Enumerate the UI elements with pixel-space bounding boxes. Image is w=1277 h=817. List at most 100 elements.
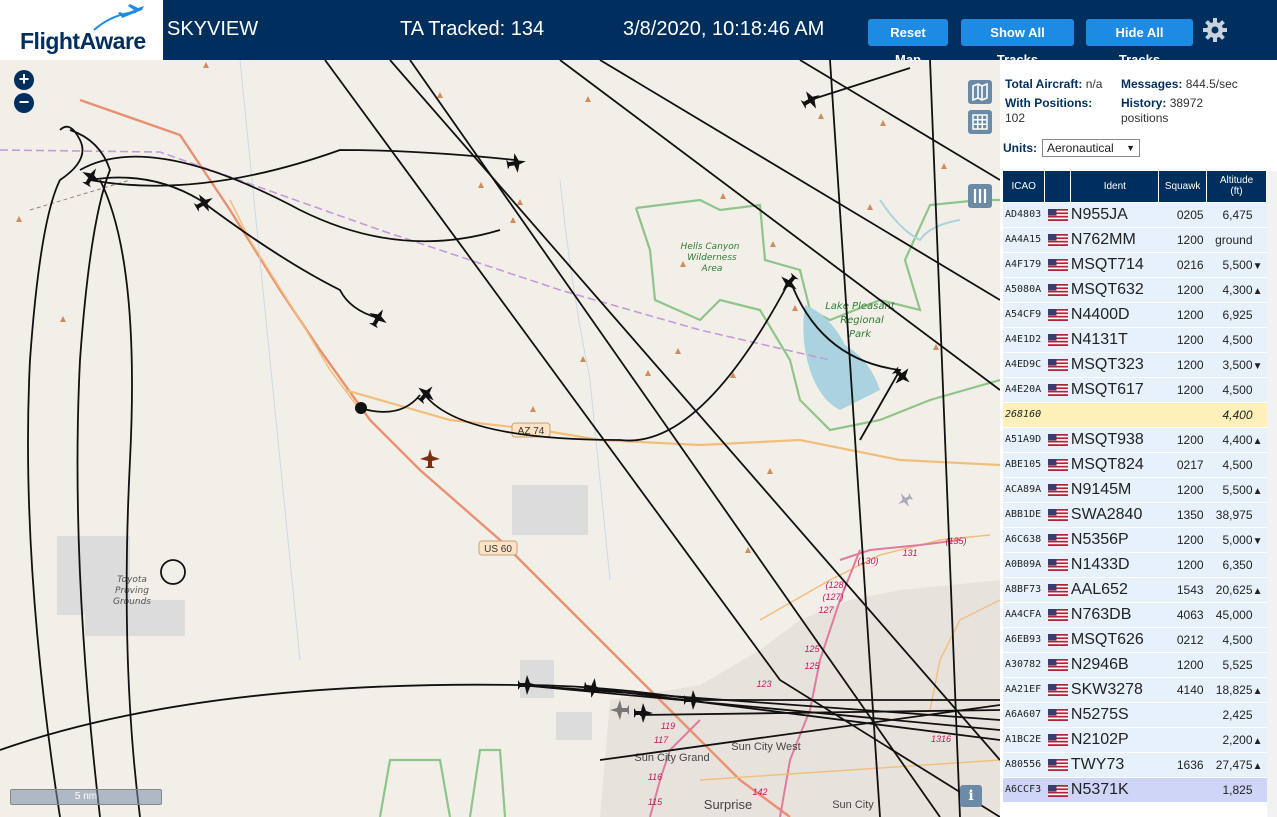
- altitude-value: 5,525: [1222, 657, 1253, 672]
- columns-toggle-button[interactable]: [968, 184, 992, 208]
- map-label: 115: [648, 797, 663, 807]
- altitude-cell: 38,975: [1206, 501, 1267, 527]
- table-row[interactable]: A6CCF3 N5371K 1,825: [1003, 776, 1267, 802]
- map-label: 131: [902, 548, 917, 558]
- altitude-value: 4,500: [1222, 632, 1253, 647]
- icao-cell: ABE105: [1003, 451, 1045, 477]
- table-row[interactable]: A1BC2E N2102P 2,200▲: [1003, 726, 1267, 752]
- ident-cell: SWA2840: [1070, 501, 1159, 527]
- table-row[interactable]: ACA89A N9145M 1200 5,500▲: [1003, 476, 1267, 502]
- zoom-out-button[interactable]: −: [14, 93, 34, 113]
- altitude-trend: ▲: [1252, 585, 1263, 597]
- table-row[interactable]: A5080A MSQT632 1200 4,300▲: [1003, 276, 1267, 302]
- flag-cell: [1044, 351, 1071, 377]
- squawk-cell: 1200: [1158, 426, 1207, 452]
- units-selected-value: Aeronautical: [1047, 141, 1114, 155]
- aircraft-icon: [416, 386, 434, 405]
- altitude-cell: 18,825▲: [1206, 676, 1267, 702]
- table-row[interactable]: A54CF9 N4400D 1200 6,925: [1003, 301, 1267, 327]
- table-row[interactable]: AA4A15 N762MM 1200 ground: [1003, 226, 1267, 252]
- hide-all-tracks-button[interactable]: Hide All Tracks: [1086, 19, 1193, 67]
- table-row[interactable]: A4F179 MSQT714 0216 5,500▼: [1003, 251, 1267, 277]
- table-row[interactable]: A30782 N2946B 1200 5,525: [1003, 651, 1267, 677]
- map-label: Park: [849, 329, 872, 340]
- info-button[interactable]: i: [960, 785, 982, 807]
- table-row[interactable]: A4ED9C MSQT323 1200 3,500▼: [1003, 351, 1267, 377]
- logo-text: FlightAware: [20, 28, 146, 54]
- table-row[interactable]: ABB1DE SWA2840 1350 38,975: [1003, 501, 1267, 527]
- table-row[interactable]: AA21EF SKW3278 4140 18,825▲: [1003, 676, 1267, 702]
- ident-cell: TWY73: [1070, 751, 1159, 777]
- us-flag-icon: [1047, 584, 1068, 597]
- column-header-ident[interactable]: Ident: [1070, 171, 1160, 202]
- reset-map-button[interactable]: Reset Map: [868, 19, 948, 67]
- map-layers-button[interactable]: [968, 80, 992, 104]
- columns-icon: [973, 189, 987, 203]
- altitude-value: 38,975: [1215, 507, 1253, 522]
- icao-cell: A5080A: [1003, 276, 1045, 302]
- ident-cell: N5275S: [1070, 701, 1159, 727]
- table-row[interactable]: A6EB93 MSQT626 0212 4,500: [1003, 626, 1267, 652]
- us-flag-icon: [1047, 284, 1068, 297]
- ident-cell: [1070, 401, 1159, 427]
- squawk-cell: 0217: [1158, 451, 1207, 477]
- altitude-value: 4,400: [1222, 432, 1253, 447]
- map-canvas[interactable]: AZ 74 US 60 Hells Canyon Wilderness Area…: [0, 60, 1000, 817]
- altitude-header-unit: (ft): [1230, 186, 1243, 198]
- flag-cell: [1044, 501, 1071, 527]
- ident-cell: N2946B: [1070, 651, 1159, 677]
- table-row[interactable]: A4E20A MSQT617 1200 4,500: [1003, 376, 1267, 402]
- altitude-cell: 5,000▼: [1206, 526, 1267, 552]
- map-label: (127): [822, 592, 843, 602]
- show-all-tracks-button[interactable]: Show All Tracks: [961, 19, 1074, 67]
- table-row[interactable]: A6C638 N5356P 1200 5,000▼: [1003, 526, 1267, 552]
- aircraft-icon: [506, 153, 526, 173]
- altitude-cell: 2,200▲: [1206, 726, 1267, 752]
- grid-icon: [972, 114, 988, 130]
- squawk-cell: 1200: [1158, 376, 1207, 402]
- tracked-count: TA Tracked: 134: [400, 18, 545, 40]
- altitude-value: 4,400: [1222, 407, 1253, 422]
- table-row[interactable]: A80556 TWY73 1636 27,475▲: [1003, 751, 1267, 777]
- altitude-cell: 3,500▼: [1206, 351, 1267, 377]
- map-area: [512, 485, 588, 535]
- column-header-squawk[interactable]: Squawk: [1158, 171, 1208, 202]
- units-select[interactable]: Aeronautical ▼: [1042, 139, 1140, 157]
- squawk-cell: 1200: [1158, 326, 1207, 352]
- table-row[interactable]: AD4803 N955JA 0205 6,475: [1003, 201, 1267, 227]
- table-row[interactable]: A0B09A N1433D 1200 6,350: [1003, 551, 1267, 577]
- selected-aircraft-icon[interactable]: [420, 449, 440, 468]
- table-row[interactable]: AA4CFA N763DB 4063 45,000: [1003, 601, 1267, 627]
- squawk-cell: 1200: [1158, 526, 1207, 552]
- flag-cell: [1044, 226, 1071, 252]
- table-row[interactable]: A51A9D MSQT938 1200 4,400▲: [1003, 426, 1267, 452]
- table-row[interactable]: A6A607 N5275S 2,425: [1003, 701, 1267, 727]
- messages-stat: Messages: 844.5/sec: [1121, 77, 1238, 92]
- flag-cell: [1044, 651, 1071, 677]
- column-header-icao[interactable]: ICAO: [1003, 171, 1046, 202]
- map-view[interactable]: AZ 74 US 60 Hells Canyon Wilderness Area…: [0, 60, 1000, 817]
- ident-cell: MSQT626: [1070, 626, 1159, 652]
- messages-value: 844.5/sec: [1185, 77, 1238, 91]
- zoom-in-button[interactable]: +: [14, 70, 34, 90]
- table-row[interactable]: ABE105 MSQT824 0217 4,500: [1003, 451, 1267, 477]
- flag-cell: [1044, 726, 1071, 752]
- table-row[interactable]: 268160 4,400: [1003, 401, 1267, 427]
- column-header-altitude[interactable]: Altitude (ft): [1206, 171, 1267, 202]
- table-row[interactable]: A4E1D2 N4131T 1200 4,500: [1003, 326, 1267, 352]
- aircraft-icon[interactable]: [894, 490, 915, 511]
- flightaware-logo[interactable]: FlightAware: [0, 0, 163, 60]
- icao-cell: A6EB93: [1003, 626, 1045, 652]
- altitude-cell: 4,400▲: [1206, 426, 1267, 452]
- flag-cell: [1044, 376, 1071, 402]
- column-header-flag[interactable]: [1044, 171, 1072, 202]
- squawk-cell: 4063: [1158, 601, 1207, 627]
- table-row[interactable]: A8BF73 AAL652 1543 20,625▲: [1003, 576, 1267, 602]
- map-label: Wilderness: [687, 253, 737, 263]
- gear-icon[interactable]: [1201, 16, 1229, 44]
- us-flag-icon: [1047, 684, 1068, 697]
- flag-cell: [1044, 276, 1071, 302]
- map-label: (130): [857, 556, 878, 566]
- table-scrollbar[interactable]: [1267, 171, 1277, 817]
- grid-toggle-button[interactable]: [968, 110, 992, 134]
